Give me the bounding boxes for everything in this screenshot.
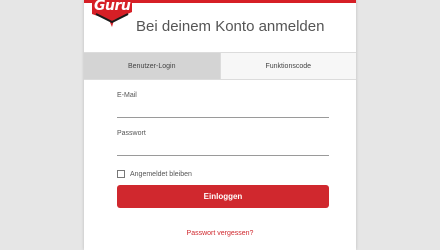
login-tabs: Benutzer-Login Funktionscode bbox=[84, 52, 356, 80]
email-field-group: E-Mail bbox=[117, 92, 329, 118]
login-card: Guru Bei deinem Konto anmelden Benutzer-… bbox=[84, 0, 356, 250]
email-label: E-Mail bbox=[117, 92, 137, 99]
email-field[interactable] bbox=[117, 103, 329, 118]
password-label: Passwort bbox=[117, 130, 146, 137]
remember-me-option[interactable]: Angemeldet bleiben bbox=[117, 170, 192, 178]
guru-logo: Guru bbox=[92, 0, 132, 28]
tab-user-login[interactable]: Benutzer-Login bbox=[84, 53, 220, 79]
page-title: Bei deinem Konto anmelden bbox=[136, 18, 325, 35]
tab-function-code[interactable]: Funktionscode bbox=[219, 53, 356, 79]
password-field-group: Passwort bbox=[117, 130, 329, 156]
forgot-password-link[interactable]: Passwort vergessen? bbox=[84, 230, 356, 237]
remember-me-checkbox[interactable] bbox=[117, 170, 125, 178]
password-field[interactable] bbox=[117, 141, 329, 156]
remember-me-label: Angemeldet bleiben bbox=[130, 170, 192, 178]
logo-text: Guru bbox=[94, 0, 131, 14]
login-button[interactable]: Einloggen bbox=[117, 185, 329, 208]
